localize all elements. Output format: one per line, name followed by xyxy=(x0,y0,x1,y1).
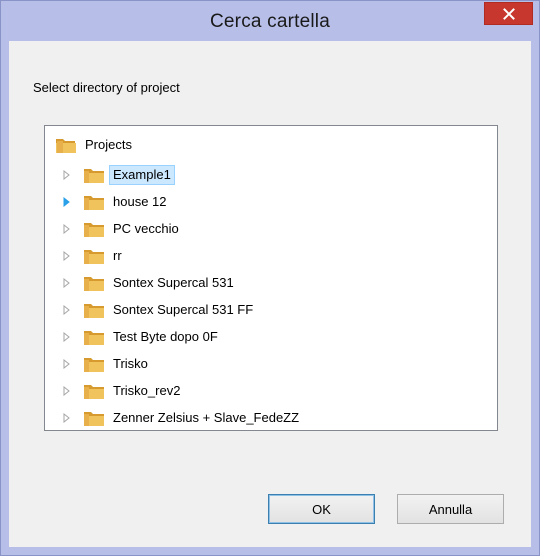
folder-icon xyxy=(84,412,104,426)
expand-arrow-icon[interactable] xyxy=(61,191,73,213)
folder-icon xyxy=(84,196,104,210)
folder-icon xyxy=(84,277,104,291)
tree-item-label: Sontex Supercal 531 xyxy=(113,275,234,290)
tree-item[interactable]: Test Byte dopo 0F xyxy=(57,326,487,348)
tree-item-label: Test Byte dopo 0F xyxy=(113,329,218,344)
close-icon xyxy=(502,7,515,20)
expand-arrow-icon[interactable] xyxy=(61,407,73,429)
tree-item-label: rr xyxy=(113,248,122,263)
expand-arrow-icon[interactable] xyxy=(61,272,73,294)
expand-arrow-icon[interactable] xyxy=(61,245,73,267)
tree-item-label: PC vecchio xyxy=(113,221,179,236)
folder-icon xyxy=(84,304,104,318)
tree-item[interactable]: Example1 xyxy=(57,164,487,186)
folder-icon xyxy=(84,358,104,372)
expand-arrow-icon[interactable] xyxy=(61,353,73,375)
tree-item[interactable]: Trisko xyxy=(57,353,487,375)
tree-item[interactable]: Sontex Supercal 531 xyxy=(57,272,487,294)
tree-item[interactable]: house 12 xyxy=(57,191,487,213)
title-bar[interactable]: Cerca cartella xyxy=(1,1,539,41)
expand-arrow-icon[interactable] xyxy=(61,164,73,186)
tree-item[interactable]: PC vecchio xyxy=(57,218,487,240)
window-title: Cerca cartella xyxy=(209,11,330,32)
tree-item-label: Example1 xyxy=(109,165,175,185)
tree-item-label: Sontex Supercal 531 FF xyxy=(113,302,254,317)
tree-item-label: Zenner Zelsius + Slave_FedeZZ xyxy=(113,410,300,425)
expand-arrow-icon[interactable] xyxy=(61,326,73,348)
tree-item-label: Trisko_rev2 xyxy=(113,383,181,398)
tree-item[interactable]: Zenner Zelsius + Slave_FedeZZ xyxy=(57,407,487,429)
close-button[interactable] xyxy=(484,2,533,25)
expand-arrow-icon[interactable] xyxy=(61,218,73,240)
folder-icon xyxy=(84,250,104,264)
folder-open-icon xyxy=(56,139,76,153)
tree-root-label: Projects xyxy=(85,137,132,152)
tree-item-label: house 12 xyxy=(113,194,167,209)
folder-tree[interactable]: Projects Example1 house 12 PC vecchio rr… xyxy=(44,125,498,431)
tree-item[interactable]: rr xyxy=(57,245,487,267)
folder-icon xyxy=(84,169,104,183)
folder-icon xyxy=(84,385,104,399)
expand-arrow-icon[interactable] xyxy=(61,380,73,402)
expand-arrow-icon[interactable] xyxy=(61,299,73,321)
tree-item-label: Trisko xyxy=(113,356,148,371)
folder-icon xyxy=(84,331,104,345)
folder-icon xyxy=(84,223,104,237)
cancel-button[interactable]: Annulla xyxy=(397,494,504,524)
ok-button[interactable]: OK xyxy=(268,494,375,524)
tree-item[interactable]: Trisko_rev2 xyxy=(57,380,487,402)
tree-root-item[interactable]: Projects xyxy=(55,134,455,156)
dialog-prompt: Select directory of project xyxy=(33,80,180,95)
tree-item[interactable]: Sontex Supercal 531 FF xyxy=(57,299,487,321)
